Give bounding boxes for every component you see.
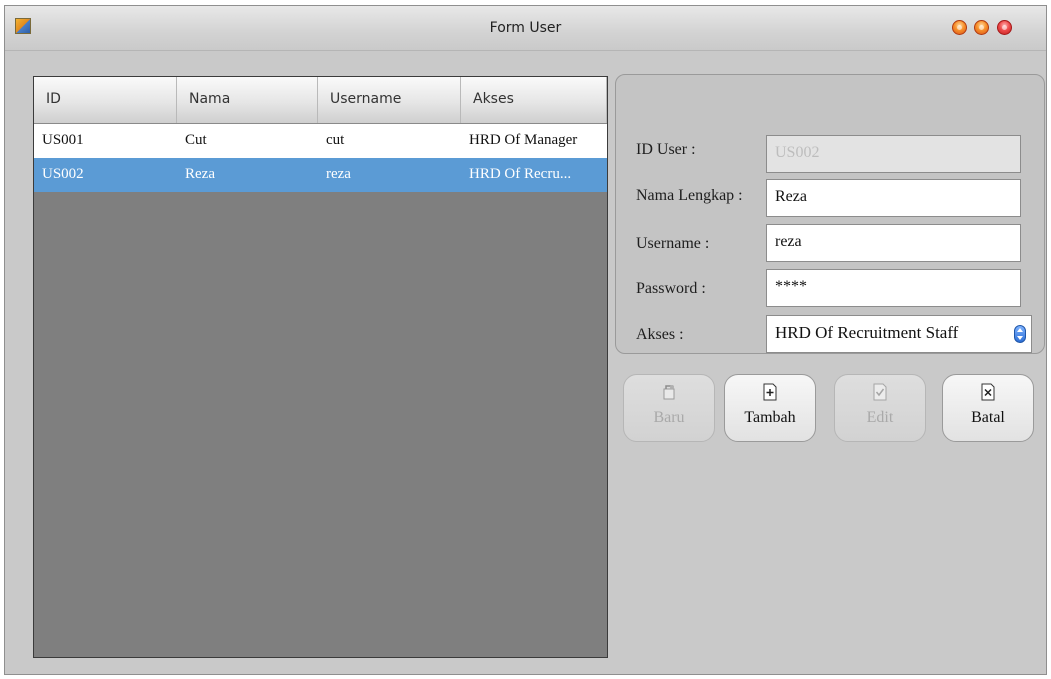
akses-select[interactable]: HRD Of Recruitment Staff (766, 315, 1032, 353)
cell-username: cut (326, 132, 345, 148)
cell-nama: Reza (185, 166, 215, 182)
cell-username: reza (326, 166, 351, 182)
batal-button[interactable]: Batal (942, 374, 1034, 442)
user-form-panel: ID User : US002 Nama Lengkap : Reza User… (615, 74, 1045, 354)
baru-button[interactable]: Baru (623, 374, 715, 442)
column-header-id[interactable]: ID (34, 77, 177, 123)
tambah-label: Tambah (744, 409, 796, 426)
form-user-window: Form User ID Nama Username Akses US001 C… (4, 5, 1047, 675)
cell-id: US002 (42, 166, 84, 182)
maximize-button[interactable] (974, 20, 989, 35)
nama-lengkap-field[interactable]: Reza (766, 179, 1021, 217)
user-grid[interactable]: ID Nama Username Akses US001 Cut cut HRD… (33, 76, 608, 658)
username-label: Username : (636, 235, 710, 252)
nama-lengkap-label: Nama Lengkap : (636, 187, 743, 204)
akses-select-value: HRD Of Recruitment Staff (775, 323, 959, 342)
grid-header: ID Nama Username Akses (34, 77, 607, 124)
new-file-icon (663, 385, 675, 400)
id-user-field[interactable]: US002 (766, 135, 1021, 173)
column-header-username[interactable]: Username (318, 77, 461, 123)
add-file-icon (763, 383, 777, 401)
id-user-label: ID User : (636, 141, 696, 158)
baru-label: Baru (653, 409, 685, 426)
chevron-updown-icon[interactable] (1014, 325, 1026, 343)
akses-label: Akses : (636, 326, 684, 343)
window-title: Form User (489, 20, 562, 36)
column-header-akses[interactable]: Akses (461, 77, 607, 123)
cell-akses: HRD Of Recru... (469, 166, 572, 182)
username-field[interactable]: reza (766, 224, 1021, 262)
password-field[interactable]: **** (766, 269, 1021, 307)
table-row-selected[interactable]: US002 Reza reza HRD Of Recru... (34, 158, 607, 192)
edit-button[interactable]: Edit (834, 374, 926, 442)
edit-file-icon (873, 383, 887, 401)
table-row[interactable]: US001 Cut cut HRD Of Manager (34, 124, 607, 158)
column-header-nama[interactable]: Nama (177, 77, 318, 123)
password-label: Password : (636, 280, 706, 297)
cell-id: US001 (42, 132, 84, 148)
batal-label: Batal (971, 409, 1005, 426)
cell-nama: Cut (185, 132, 207, 148)
cancel-file-icon (981, 383, 995, 401)
tambah-button[interactable]: Tambah (724, 374, 816, 442)
minimize-button[interactable] (952, 20, 967, 35)
title-bar[interactable]: Form User (5, 6, 1046, 51)
edit-label: Edit (866, 409, 894, 426)
cell-akses: HRD Of Manager (469, 132, 578, 148)
close-button[interactable] (997, 20, 1012, 35)
